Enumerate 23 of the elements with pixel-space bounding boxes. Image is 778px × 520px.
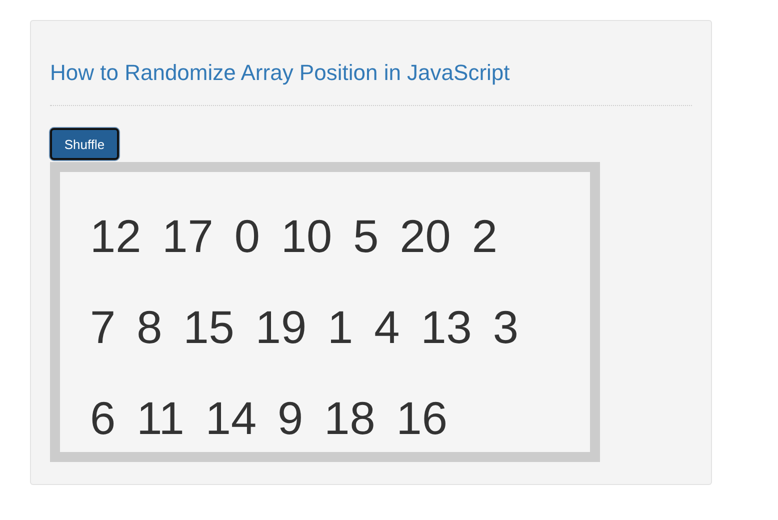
page-title: How to Randomize Array Position in JavaScript bbox=[50, 59, 511, 87]
number: 3 bbox=[492, 301, 518, 354]
number: 7 bbox=[90, 301, 116, 354]
number: 13 bbox=[420, 301, 472, 354]
number: 1 bbox=[328, 301, 354, 354]
shuffle-button[interactable]: Shuffle bbox=[50, 128, 119, 160]
number: 5 bbox=[353, 210, 379, 263]
number: 19 bbox=[255, 301, 307, 354]
number: 12 bbox=[90, 210, 142, 263]
number: 0 bbox=[234, 210, 260, 263]
number: 17 bbox=[162, 210, 214, 263]
number: 14 bbox=[205, 392, 257, 445]
number: 8 bbox=[136, 301, 162, 354]
number: 16 bbox=[396, 392, 448, 445]
number: 6 bbox=[90, 392, 116, 445]
number: 20 bbox=[400, 210, 451, 263]
number: 15 bbox=[183, 301, 234, 354]
number: 10 bbox=[280, 210, 332, 263]
number: 9 bbox=[278, 392, 304, 445]
number: 11 bbox=[136, 392, 184, 445]
number: 4 bbox=[374, 301, 400, 354]
number: 2 bbox=[472, 210, 498, 263]
number: 18 bbox=[324, 392, 376, 445]
